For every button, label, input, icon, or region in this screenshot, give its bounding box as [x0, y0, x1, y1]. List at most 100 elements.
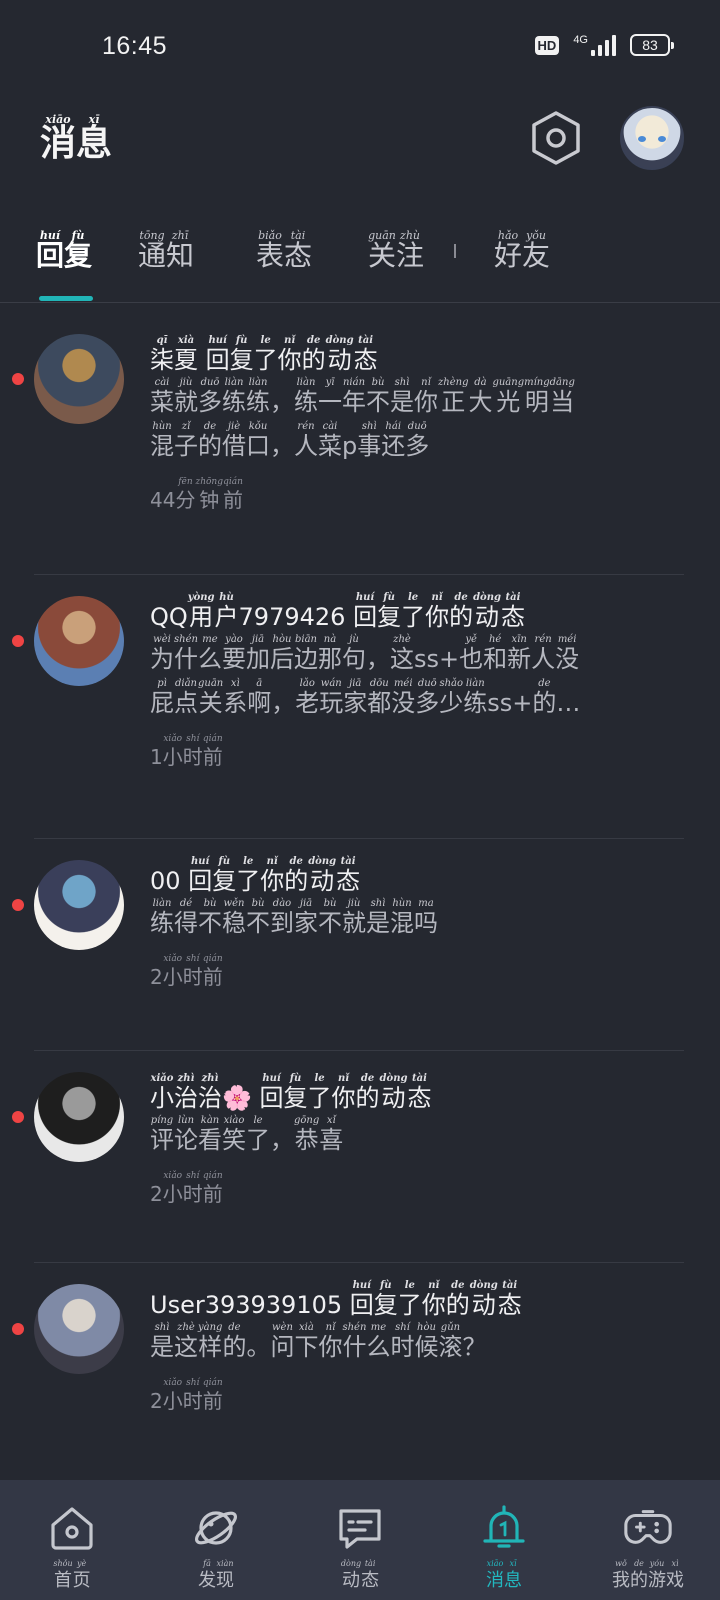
tab-3[interactable]: guān 关 zhù 注 [368, 230, 424, 270]
ruby-char: 7979426 [239, 593, 346, 629]
character: 前 [202, 1182, 223, 1206]
character: 这 [390, 645, 414, 673]
ruby-char: de 的 [630, 1560, 648, 1590]
ruby-char: fù 复 [377, 593, 402, 631]
character: 你 [421, 1291, 446, 1319]
nav-item-0[interactable]: shǒu 首 yè 页 [0, 1480, 144, 1600]
message-line: cài 菜 jiù 就 duō 多 liàn 练 liàn 练， liàn 练 yī 一 nián 年 bù 不 s… [150, 378, 690, 415]
sender-avatar[interactable] [34, 596, 124, 686]
ruby-char: jiā 家 [343, 679, 367, 716]
home-icon [46, 1502, 98, 1554]
ruby-char: duō 多 [415, 679, 439, 716]
ruby-char: xiāo 消 [486, 1560, 504, 1590]
sender-avatar[interactable] [34, 334, 124, 424]
ruby-char: kàn 看 [198, 1116, 222, 1153]
message-body: xiǎo 小 zhì 治 zhì 治 🌸 huí 回 fù 复 le 了 nǐ 你 de 的 dòng 动 tài 态… [150, 1066, 690, 1206]
sender-avatar[interactable] [34, 1072, 124, 1162]
tab-1[interactable]: tōng 通 zhī 知 [138, 230, 194, 270]
tab-4[interactable]: hǎo 好 yǒu 友 [494, 230, 550, 270]
character: QQ [150, 603, 188, 631]
user-avatar[interactable] [620, 106, 684, 170]
chat-icon [334, 1502, 386, 1554]
ruby-char: zhōng 钟 [195, 478, 223, 511]
unread-dot [12, 1323, 24, 1335]
character: 要 [222, 645, 246, 673]
character: 戏 [666, 1570, 684, 1591]
status-icons: HD 4G 83 [534, 34, 674, 56]
character: 回 [188, 867, 213, 895]
nav-item-1[interactable]: fā 发 xiàn 现 [144, 1480, 288, 1600]
ruby-char: xīn 新 [507, 635, 531, 672]
tab-0[interactable]: huí 回 fù 复 [36, 230, 92, 270]
character: 用 [189, 603, 214, 631]
message-time: 2 xiǎo 小 shí 时 qián 前 [150, 1379, 223, 1412]
ruby-char: hùn 混 [150, 422, 174, 459]
status-bar: 16:45 HD 4G 83 [0, 0, 720, 96]
message-text: píng 评 lùn 论 kàn 看 xiào 笑 le 了， gōng 恭 xǐ 喜 [150, 1116, 690, 1154]
ruby-char: le 了 [401, 593, 425, 630]
ruby-char: nǐ 你 [425, 593, 449, 630]
character: 老 [295, 689, 320, 717]
sender-avatar[interactable] [34, 1284, 124, 1374]
ruby-char: ， [270, 422, 294, 458]
character: 游 [648, 1570, 666, 1591]
character: 下 [294, 1333, 319, 1361]
ruby-char: xì 系 [223, 679, 247, 716]
character: 的 [630, 1570, 648, 1591]
ruby-char: fù 复 [284, 1074, 308, 1111]
ruby-char: dāng 当 [550, 378, 575, 415]
character: 态 [361, 1570, 380, 1591]
ruby-char [342, 1281, 350, 1317]
ruby-char: 2 [150, 955, 163, 987]
message-line: píng 评 lùn 论 kàn 看 xiào 笑 le 了， gōng 恭 xǐ 喜 [150, 1116, 690, 1154]
nav-item-2[interactable]: dòng 动 tài 态 [288, 1480, 432, 1600]
character: 是 [150, 1333, 174, 1361]
active-tab-indicator [39, 296, 93, 301]
ruby-char: bù 不 [198, 899, 222, 936]
settings-button[interactable] [528, 110, 584, 166]
ruby-char: xiào 笑 [222, 1116, 246, 1153]
ruby-char: 00 [150, 857, 181, 893]
ruby-char: duō 多 [405, 422, 430, 460]
character: 。 [246, 1333, 271, 1361]
character: ， [271, 689, 296, 717]
nav-item-4[interactable]: wǒ 我 de 的 yóu 游 xì 戏 [576, 1480, 720, 1600]
character: 小 [162, 745, 183, 769]
character: … [556, 689, 581, 717]
character: 小 [150, 1084, 174, 1112]
ruby-char: shí 时 [390, 1323, 414, 1360]
message-time: 1 xiǎo 小 shí 时 qián 前 [150, 735, 223, 769]
tab-2[interactable]: biǎo 表 tài 态 [256, 230, 312, 270]
ruby-char: yàng 样 [198, 1323, 222, 1360]
ruby-char: fù 复 [374, 1281, 398, 1318]
ruby-char: huí 回 [36, 230, 64, 270]
ruby-char: hái 还 [381, 422, 405, 459]
sender-avatar[interactable] [34, 860, 124, 950]
nav-item-3[interactable]: xiāo 消 xī 息 [432, 1480, 576, 1600]
character: 后 [270, 645, 294, 673]
character: 复 [64, 239, 93, 272]
ruby-char: shí 时 [183, 955, 203, 988]
character: 评 [150, 1126, 174, 1154]
character: 不 [246, 909, 270, 937]
ruby-char: QQ [150, 593, 188, 629]
ruby-char: 2 [150, 1379, 163, 1411]
message-body: User393939105 huí 回 fù 复 le 了 nǐ 你 de 的 dòng 动 tài 态 s… [150, 1278, 690, 1412]
character: 2 [150, 965, 163, 989]
ruby-char: gǔn 滚 [438, 1323, 462, 1360]
character: 你 [318, 1333, 343, 1361]
character: 点 [174, 689, 198, 717]
message-divider [34, 574, 684, 575]
character: 为 [150, 645, 174, 673]
message-title: QQ yòng 用 hù 户 7979426 huí 回 fù 复 le 了 nǐ 你 de 的 dòng 动 t… [150, 593, 525, 631]
character: 了 [246, 1126, 270, 1154]
character: 治 [198, 1084, 222, 1112]
character: 练 [463, 689, 488, 717]
ruby-char: hòu 候 [414, 1323, 438, 1360]
character: 复 [377, 603, 402, 631]
character: 多 [405, 432, 430, 460]
character: 的 [284, 867, 309, 895]
ruby-char: yòng 用 [188, 593, 215, 631]
ruby-char: xiǎo 小 [163, 1172, 183, 1205]
ruby-char: shí 时 [183, 735, 203, 768]
